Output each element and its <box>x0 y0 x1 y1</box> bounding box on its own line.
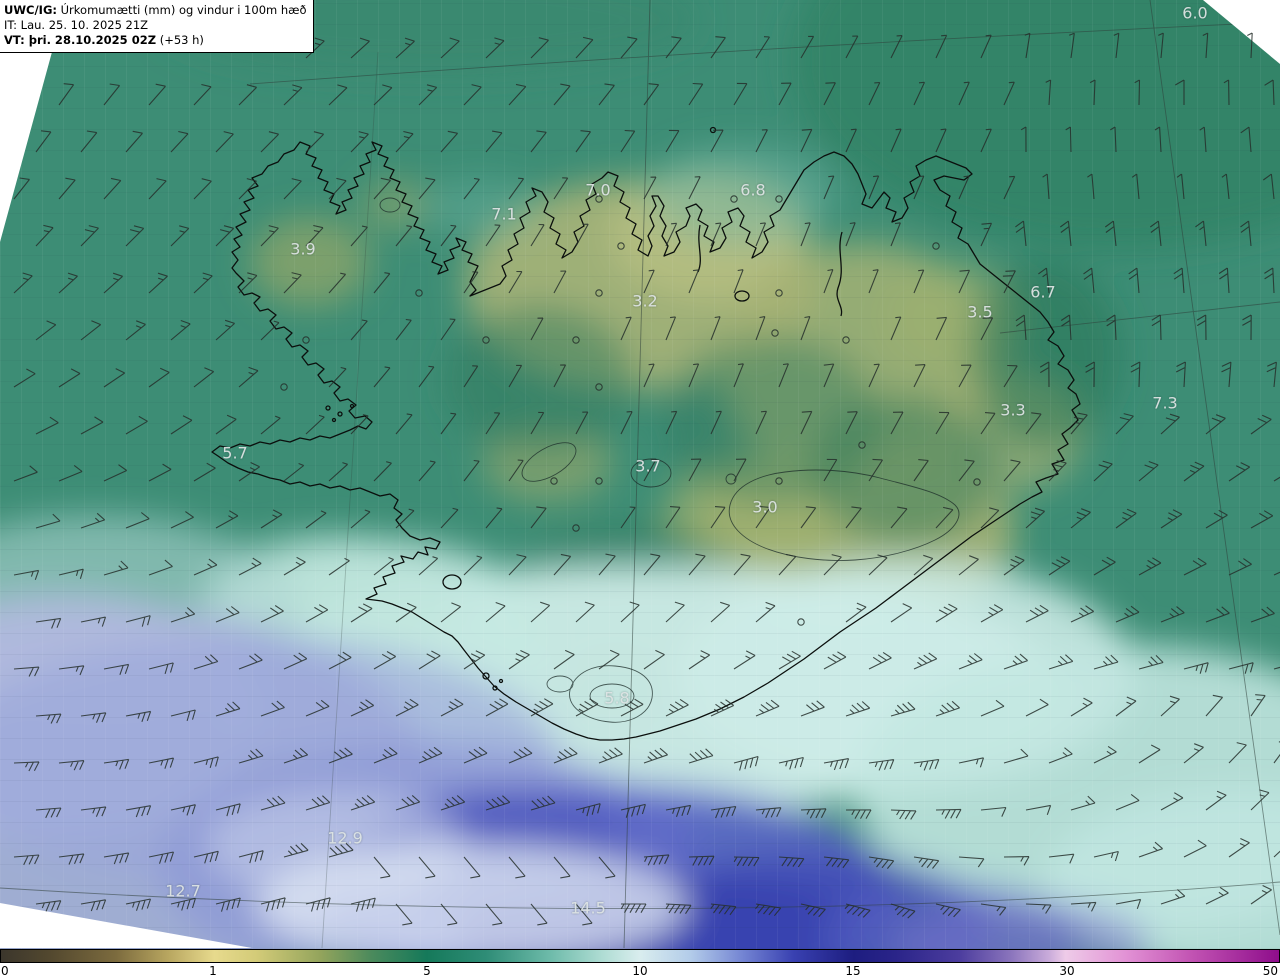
model-id: UWC/IG: <box>4 3 57 17</box>
title-line-1: UWC/IG: Úrkomumætti (mm) og vindur i 100… <box>4 3 307 18</box>
title-text: Úrkomumætti (mm) og vindur i 100m hæð <box>56 3 307 17</box>
title-box: UWC/IG: Úrkomumætti (mm) og vindur i 100… <box>0 0 314 53</box>
map-overlay <box>0 0 1280 949</box>
colorbar-tick-label: 10 <box>632 964 648 978</box>
precip-contours <box>379 197 960 723</box>
init-time-line: IT: Lau. 25. 10. 2025 21Z <box>4 18 149 32</box>
colorbar-ticks: 0 1 5 10 15 30 50 <box>0 963 1280 978</box>
colorbar-tick-label: 30 <box>1059 964 1075 978</box>
colorbar: 0 1 5 10 15 30 50 <box>0 949 1280 978</box>
colorbar-tick-label: 50 <box>1262 964 1278 978</box>
lead-time: (+53 h) <box>156 33 204 47</box>
coastline <box>211 126 1081 741</box>
colorbar-tick-label: 0 <box>1 964 9 978</box>
colorbar-gradient <box>0 949 1280 963</box>
colorbar-tick-label: 1 <box>209 964 217 978</box>
valid-time-line: VT: þri. 28.10.2025 02Z (+53 h) <box>4 33 307 48</box>
map-canvas: 6.0 7.0 6.8 7.1 3.9 6.7 3.2 3.5 3.3 7.3 5.7 3.7 3.0 5… <box>0 0 1280 949</box>
colorbar-tick-label: 15 <box>845 964 861 978</box>
colorbar-tick-label: 5 <box>423 964 431 978</box>
wind-barbs <box>13 32 1280 926</box>
weather-map-product: 6.0 7.0 6.8 7.1 3.9 6.7 3.2 3.5 3.3 7.3 5.7 3.7 3.0 5… <box>0 0 1280 978</box>
valid-time: VT: þri. 28.10.2025 02Z <box>4 33 157 47</box>
